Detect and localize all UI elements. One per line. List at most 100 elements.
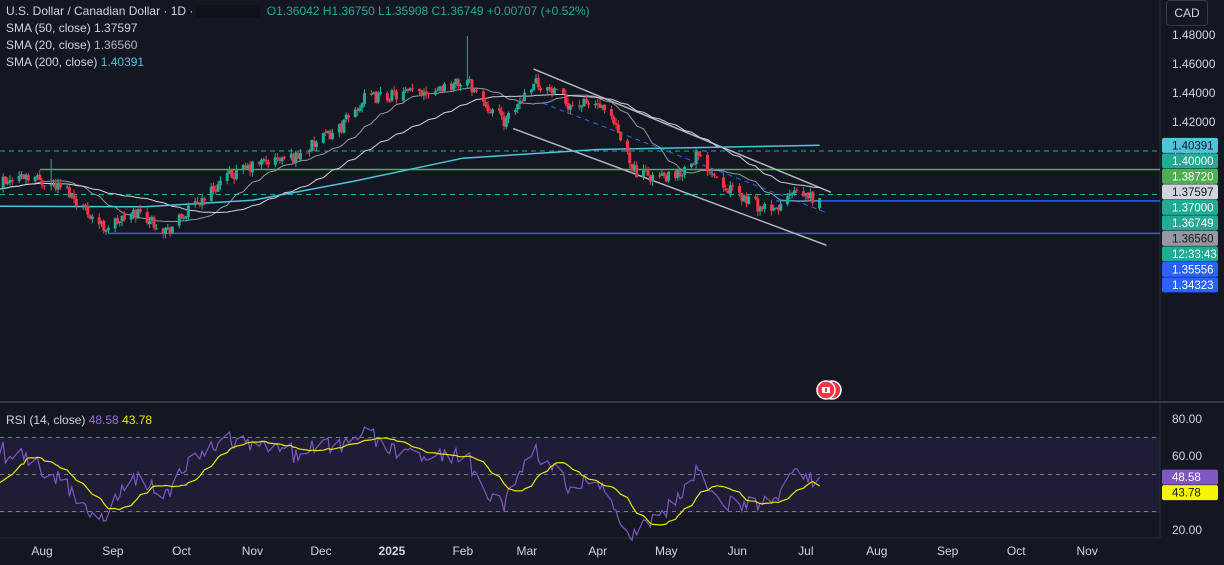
- chart-canvas[interactable]: 1.480001.460001.440001.420001.400001.380…: [0, 0, 1224, 565]
- candle-body[interactable]: [792, 190, 796, 194]
- candle-body[interactable]: [216, 184, 220, 192]
- candle-body[interactable]: [346, 115, 350, 118]
- candle-body[interactable]: [616, 124, 620, 133]
- candle-body[interactable]: [500, 110, 504, 116]
- candle-body[interactable]: [72, 193, 76, 199]
- candle-body[interactable]: [147, 221, 151, 225]
- candle-body[interactable]: [754, 196, 758, 199]
- candle-body[interactable]: [680, 175, 684, 177]
- candle-body[interactable]: [568, 105, 572, 110]
- candle-body[interactable]: [724, 188, 728, 191]
- candle-body[interactable]: [196, 201, 200, 204]
- candle-body[interactable]: [459, 84, 463, 87]
- candle-body[interactable]: [532, 83, 536, 91]
- candle-body[interactable]: [280, 157, 284, 162]
- candle-body[interactable]: [779, 203, 783, 211]
- candle-body[interactable]: [138, 209, 142, 212]
- candle-body[interactable]: [17, 175, 21, 181]
- candle-body[interactable]: [170, 226, 174, 233]
- candle-body[interactable]: [628, 152, 632, 164]
- candle-body[interactable]: [651, 174, 655, 182]
- candle-body[interactable]: [180, 214, 184, 218]
- candle-body[interactable]: [152, 217, 156, 228]
- candle-body[interactable]: [491, 109, 495, 114]
- candle-body[interactable]: [118, 221, 122, 224]
- candle-body[interactable]: [260, 159, 264, 165]
- candle-body[interactable]: [305, 152, 309, 154]
- rsi-legend[interactable]: RSI (14, close) 48.58 43.78: [6, 412, 152, 429]
- candle-body[interactable]: [731, 185, 735, 187]
- candle-body[interactable]: [475, 90, 479, 92]
- candle-body[interactable]: [497, 108, 501, 111]
- candle-body[interactable]: [104, 230, 108, 232]
- candle-body[interactable]: [38, 174, 42, 180]
- candle-body[interactable]: [10, 180, 14, 182]
- candle-body[interactable]: [360, 103, 364, 108]
- event-flag-icon[interactable]: [816, 380, 842, 400]
- candle-body[interactable]: [712, 174, 716, 176]
- candle-body[interactable]: [722, 177, 726, 188]
- candle-body[interactable]: [443, 83, 447, 91]
- candle-body[interactable]: [90, 216, 94, 219]
- candle-body[interactable]: [763, 203, 767, 209]
- candle-body[interactable]: [321, 133, 325, 143]
- candle-body[interactable]: [692, 163, 696, 165]
- candle-body[interactable]: [358, 107, 362, 111]
- candle-body[interactable]: [401, 91, 405, 101]
- candle-body[interactable]: [513, 110, 517, 113]
- candle-body[interactable]: [612, 116, 616, 124]
- candle-body[interactable]: [662, 172, 666, 177]
- candle-body[interactable]: [102, 220, 106, 231]
- candle-body[interactable]: [584, 98, 588, 104]
- candle-body[interactable]: [394, 91, 398, 100]
- indicator-row-sma50[interactable]: SMA (50, close) 1.37597: [6, 20, 590, 37]
- candle-body[interactable]: [603, 104, 607, 111]
- candle-body[interactable]: [154, 228, 158, 230]
- candle-body[interactable]: [314, 142, 318, 148]
- candle-body[interactable]: [683, 166, 687, 175]
- candle-body[interactable]: [564, 94, 568, 104]
- candle-body[interactable]: [433, 91, 437, 95]
- candle-body[interactable]: [539, 88, 543, 91]
- currency-button[interactable]: CAD: [1166, 0, 1208, 26]
- candle-body[interactable]: [74, 198, 78, 206]
- candle-body[interactable]: [186, 205, 190, 218]
- candle-body[interactable]: [250, 161, 254, 173]
- candle-body[interactable]: [40, 180, 44, 185]
- candle-body[interactable]: [738, 186, 742, 193]
- candle-body[interactable]: [266, 162, 270, 165]
- candle-body[interactable]: [571, 105, 575, 107]
- candle-body[interactable]: [212, 185, 216, 192]
- candle-body[interactable]: [706, 154, 710, 172]
- candle-body[interactable]: [646, 170, 650, 176]
- candle-body[interactable]: [264, 159, 268, 162]
- candle-body[interactable]: [456, 78, 460, 86]
- candle-body[interactable]: [230, 169, 234, 178]
- candle-body[interactable]: [392, 90, 396, 92]
- candle-body[interactable]: [619, 131, 623, 141]
- candle-body[interactable]: [298, 152, 302, 160]
- candle-body[interactable]: [523, 92, 527, 102]
- candle-body[interactable]: [378, 92, 382, 94]
- candle-body[interactable]: [452, 83, 456, 90]
- candle-body[interactable]: [330, 132, 334, 139]
- candle-body[interactable]: [561, 88, 565, 94]
- candle-body[interactable]: [83, 204, 87, 207]
- candle-body[interactable]: [520, 101, 524, 103]
- candle-body[interactable]: [699, 155, 703, 157]
- candle-body[interactable]: [225, 173, 229, 181]
- candle-body[interactable]: [625, 140, 629, 152]
- candle-body[interactable]: [555, 88, 559, 90]
- candle-body[interactable]: [388, 100, 392, 102]
- candle-body[interactable]: [507, 112, 511, 119]
- candle-body[interactable]: [811, 191, 815, 203]
- candle-body[interactable]: [486, 105, 490, 112]
- candle-body[interactable]: [26, 175, 30, 181]
- candle-body[interactable]: [504, 117, 508, 127]
- candle-body[interactable]: [427, 93, 431, 95]
- candle-body[interactable]: [342, 119, 346, 133]
- candle-body[interactable]: [667, 171, 671, 181]
- candle-body[interactable]: [715, 176, 719, 178]
- candle-body[interactable]: [644, 169, 648, 171]
- candle-body[interactable]: [410, 88, 414, 90]
